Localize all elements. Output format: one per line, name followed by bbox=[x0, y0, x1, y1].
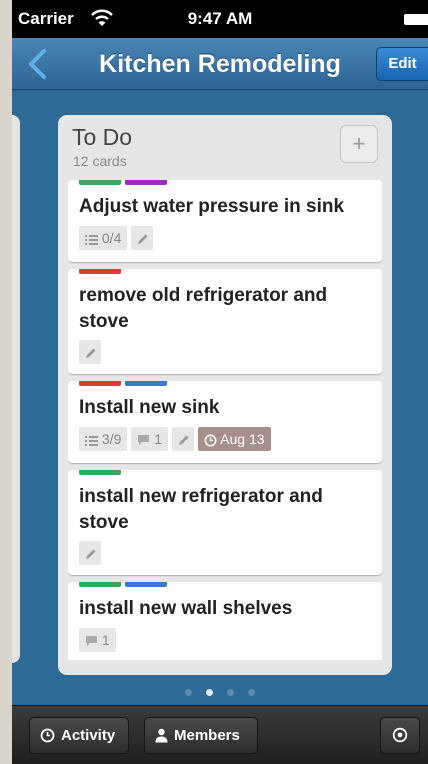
card-labels bbox=[79, 582, 171, 587]
activity-button[interactable]: Activity bbox=[29, 717, 129, 754]
card-label bbox=[79, 582, 121, 587]
edit-button[interactable]: Edit bbox=[376, 47, 428, 81]
board-content[interactable]: To Do 12 cards + Adjust water pressure i… bbox=[12, 91, 428, 705]
checklist-icon bbox=[85, 435, 98, 446]
checklist-count: 3/9 bbox=[101, 431, 122, 447]
card-labels bbox=[79, 269, 125, 274]
list-card-count: 12 cards bbox=[73, 153, 127, 169]
description-badge bbox=[172, 427, 195, 451]
card-labels bbox=[79, 470, 125, 475]
card-list[interactable]: Adjust water pressure in sink 0/4 remove … bbox=[68, 180, 382, 660]
checklist-badge: 0/4 bbox=[79, 226, 128, 250]
card-title: Adjust water pressure in sink bbox=[79, 196, 345, 217]
page-dot[interactable] bbox=[185, 689, 192, 696]
card-badges bbox=[79, 541, 105, 565]
card-title: install new wall shelves bbox=[79, 598, 293, 619]
comments-badge: 1 bbox=[131, 427, 169, 451]
card-badges: 0/4 bbox=[79, 226, 157, 250]
card-title: install new refrigerator and stove bbox=[79, 486, 323, 533]
pencil-icon bbox=[85, 348, 95, 358]
card[interactable]: remove old refrigerator and stove bbox=[68, 269, 382, 374]
comments-badge: 1 bbox=[79, 628, 116, 652]
status-time: 9:47 AM bbox=[187, 9, 253, 28]
comment-icon bbox=[86, 636, 97, 647]
status-bar: Carrier 9:47 AM bbox=[12, 0, 428, 38]
list-panel-todo: To Do 12 cards + Adjust water pressure i… bbox=[58, 115, 392, 675]
card-label bbox=[125, 381, 167, 386]
card-labels bbox=[79, 180, 171, 185]
card-badges bbox=[79, 340, 105, 364]
comment-count: 1 bbox=[101, 632, 110, 648]
card-label bbox=[79, 180, 121, 185]
comment-count: 1 bbox=[154, 431, 163, 447]
pencil-icon bbox=[137, 234, 148, 244]
card-badges: 3/9 1 Aug 13 bbox=[79, 427, 275, 451]
card-badges: 1 bbox=[79, 628, 120, 652]
due-clock-icon bbox=[204, 434, 217, 447]
description-badge bbox=[131, 226, 154, 250]
card-label bbox=[125, 180, 167, 185]
card[interactable]: Install new sink 3/9 1 Aug 13 bbox=[68, 381, 382, 463]
card-label bbox=[79, 470, 121, 475]
card[interactable]: install new wall shelves 1 bbox=[68, 582, 382, 660]
settings-button[interactable] bbox=[380, 717, 420, 754]
card-title: Install new sink bbox=[79, 397, 220, 418]
activity-label: Activity bbox=[61, 727, 116, 744]
gear-icon bbox=[392, 727, 408, 743]
page-dot[interactable] bbox=[206, 689, 213, 696]
due-date-badge: Aug 13 bbox=[198, 427, 271, 451]
card-label bbox=[79, 381, 121, 386]
members-label: Members bbox=[174, 727, 240, 744]
person-icon bbox=[155, 728, 168, 743]
bottom-toolbar: Activity Members bbox=[12, 705, 428, 764]
card[interactable]: Adjust water pressure in sink 0/4 bbox=[68, 180, 382, 262]
checklist-badge: 3/9 bbox=[79, 427, 128, 451]
clock-icon bbox=[40, 728, 55, 743]
battery-icon bbox=[404, 14, 428, 25]
card[interactable]: install new refrigerator and stove bbox=[68, 470, 382, 575]
board-title: Kitchen Remodeling bbox=[99, 50, 341, 78]
due-date: Aug 13 bbox=[220, 431, 265, 447]
phone-screen: Carrier 9:47 AM Kitchen Remodeling Edit … bbox=[12, 0, 428, 764]
pencil-icon bbox=[85, 549, 95, 559]
members-button[interactable]: Members bbox=[144, 717, 258, 754]
comment-icon bbox=[138, 435, 150, 446]
page-dot[interactable] bbox=[248, 689, 255, 696]
page-dot[interactable] bbox=[227, 689, 234, 696]
checklist-icon bbox=[85, 234, 98, 245]
description-badge bbox=[79, 340, 101, 364]
card-label bbox=[125, 582, 167, 587]
add-card-button[interactable]: + bbox=[340, 125, 378, 163]
description-badge bbox=[79, 541, 101, 565]
card-title: remove old refrigerator and stove bbox=[79, 285, 328, 332]
pencil-icon bbox=[178, 435, 189, 445]
list-title: To Do bbox=[72, 124, 133, 150]
navigation-bar: Kitchen Remodeling Edit bbox=[12, 38, 428, 90]
page-indicator[interactable] bbox=[12, 689, 428, 696]
card-label bbox=[79, 269, 121, 274]
checklist-count: 0/4 bbox=[101, 230, 122, 246]
previous-list-edge[interactable] bbox=[12, 115, 20, 663]
card-labels bbox=[79, 381, 171, 386]
